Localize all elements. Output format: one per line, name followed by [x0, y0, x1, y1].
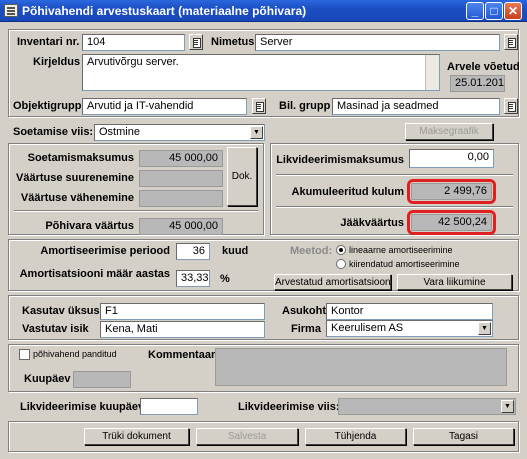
- payment-schedule-button[interactable]: Maksegraafik: [405, 123, 493, 140]
- calculated-depreciation-button[interactable]: Arvestatud amortisatsioon: [274, 274, 391, 290]
- description-field[interactable]: Arvutivõrgu server.: [82, 54, 440, 91]
- maximize-button[interactable]: □: [485, 2, 503, 20]
- inventory-label: Inventari nr.: [17, 36, 80, 48]
- period-label: Amortiseerimise periood: [40, 245, 170, 257]
- liquidation-cost-field[interactable]: 0,00: [409, 149, 494, 168]
- decrease-label: Väärtuse vähenemine: [20, 192, 134, 204]
- document-icon: [4, 4, 18, 17]
- chevron-down-icon: ▼: [250, 126, 263, 139]
- rate-field[interactable]: 33,33: [176, 270, 210, 287]
- balance-group-lookup-button[interactable]: [504, 98, 518, 114]
- asset-value: 45 000,00: [139, 218, 223, 235]
- close-button[interactable]: ✕: [504, 2, 522, 20]
- asset-movement-button[interactable]: Vara liikumine: [397, 274, 512, 290]
- company-select[interactable]: Keerulisem AS ▼: [326, 320, 493, 337]
- person-label: Vastutav isik: [22, 323, 89, 335]
- period-unit: kuud: [222, 245, 249, 257]
- title-bar: Põhivahendi arvestuskaart (materiaalne p…: [0, 0, 527, 22]
- comment-field[interactable]: [215, 348, 507, 386]
- clear-button[interactable]: Tühjenda: [305, 428, 406, 445]
- description-text: Arvutivõrgu server.: [87, 56, 179, 68]
- written-off-label: Arvele võetud: [447, 61, 520, 73]
- method-label: Meetod:: [290, 245, 333, 257]
- pledge-date-label: Kuupäev: [24, 373, 71, 385]
- cost-value: 45 000,00: [139, 150, 223, 167]
- place-label: Asukoht: [282, 305, 326, 317]
- liquidation-date-label: Likvideerimise kuupäev: [20, 401, 145, 413]
- asset-value-label: Põhivara väärtus: [45, 220, 134, 232]
- company-label: Firma: [291, 323, 321, 335]
- linear-method-radio[interactable]: [336, 245, 346, 255]
- unit-field[interactable]: F1: [100, 303, 265, 320]
- accumulated-depreciation-label: Akumuleeritud kulum: [291, 186, 404, 198]
- accelerated-method-radio[interactable]: [336, 259, 346, 269]
- acquisition-label: Soetamise viis:: [13, 126, 94, 138]
- liquidation-method-select[interactable]: ▼: [338, 398, 516, 415]
- liquidation-method-label: Likvideerimise viis:: [238, 401, 340, 413]
- pledge-date-field[interactable]: [73, 371, 131, 388]
- pledged-checkbox[interactable]: [19, 349, 30, 360]
- object-group-lookup-button[interactable]: [252, 98, 266, 114]
- decrease-value: [139, 190, 223, 207]
- description-scrollbar[interactable]: [425, 55, 439, 90]
- rate-unit: %: [220, 273, 230, 285]
- written-off-date: 25.01.2010: [450, 75, 505, 92]
- accumulated-depreciation-value: 2 499,76: [407, 179, 496, 204]
- unit-label: Kasutav üksus: [22, 305, 100, 317]
- company-value: Keerulisem AS: [331, 322, 404, 334]
- pledged-label: põhivahend panditud: [33, 349, 117, 359]
- description-label: Kirjeldus: [33, 56, 81, 68]
- name-field[interactable]: Server: [255, 34, 500, 51]
- liquidation-cost-label: Likvideerimismaksumus: [276, 154, 404, 166]
- period-field[interactable]: 36: [176, 243, 210, 260]
- chevron-down-icon: ▼: [501, 400, 514, 413]
- balance-group-label: Bil. grupp: [279, 100, 331, 112]
- object-group-field[interactable]: Arvutid ja IT-vahendid: [82, 98, 247, 115]
- balance-group-field[interactable]: Masinad ja seadmed: [332, 98, 500, 115]
- acquisition-select[interactable]: Ostmine ▼: [94, 124, 265, 141]
- acquisition-value: Ostmine: [99, 126, 140, 138]
- window-title: Põhivahendi arvestuskaart (materiaalne p…: [22, 4, 307, 18]
- accelerated-method-label: kiirendatud amortiseerimine: [349, 259, 460, 269]
- place-field[interactable]: Kontor: [326, 303, 493, 320]
- inventory-lookup-button[interactable]: [189, 34, 203, 50]
- comment-label: Kommentaar: [148, 349, 216, 361]
- divider: [276, 206, 513, 208]
- inventory-number-field[interactable]: 104: [82, 34, 185, 51]
- residual-value: 42 500,24: [407, 210, 496, 235]
- documents-button[interactable]: Dok.: [227, 147, 257, 206]
- liquidation-date-field[interactable]: [140, 398, 198, 415]
- linear-method-label: lineaarne amortiseerimine: [349, 245, 453, 255]
- name-lookup-button[interactable]: [504, 34, 518, 50]
- chevron-down-icon: ▼: [478, 322, 491, 335]
- divider: [14, 210, 258, 212]
- cost-label: Soetamismaksumus: [27, 152, 134, 164]
- save-button[interactable]: Salvesta: [196, 428, 298, 445]
- minimize-button[interactable]: _: [466, 2, 484, 20]
- name-label: Nimetus: [211, 36, 255, 48]
- rate-label: Amortisatsiooni määr aastas: [19, 268, 170, 280]
- object-group-label: Objektigrupp: [13, 100, 82, 112]
- increase-label: Väärtuse suurenemine: [16, 172, 134, 184]
- divider: [276, 174, 513, 176]
- print-button[interactable]: Trüki dokument: [84, 428, 189, 445]
- back-button[interactable]: Tagasi: [413, 428, 514, 445]
- person-field[interactable]: Kena, Mati: [100, 321, 265, 338]
- increase-value: [139, 170, 223, 187]
- residual-value-label: Jääkväärtus: [340, 217, 404, 229]
